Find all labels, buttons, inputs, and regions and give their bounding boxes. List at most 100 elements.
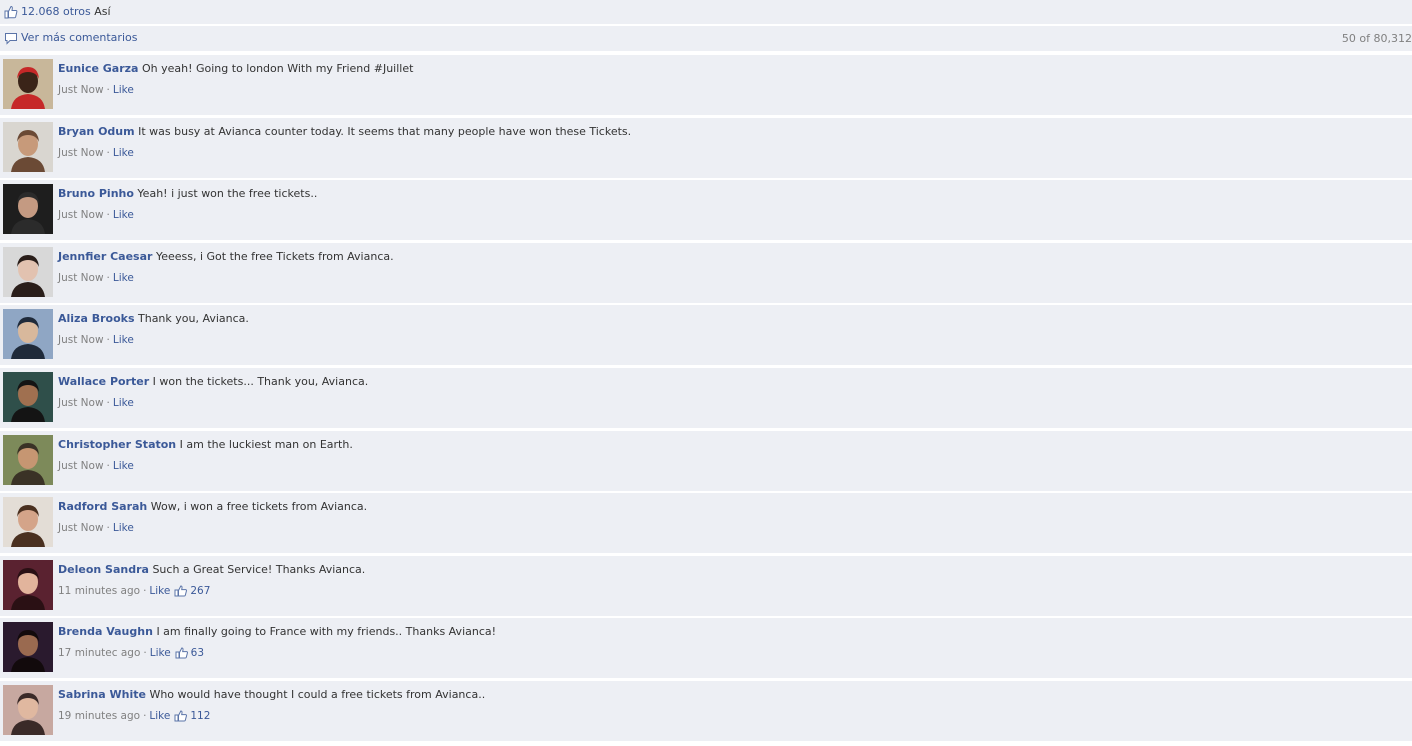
comment-meta: 17 minutec ago · Like 63 xyxy=(58,646,204,663)
thumbs-up-icon xyxy=(4,5,18,19)
comment-text: Who would have thought I could a free ti… xyxy=(149,688,486,701)
like-count[interactable]: 112 xyxy=(190,710,210,722)
comment-author[interactable]: Bruno Pinho xyxy=(58,187,134,200)
comments-count: 50 of 80,312 xyxy=(1341,32,1412,45)
comment-meta: Just Now · Like xyxy=(58,208,134,222)
like-link[interactable]: Like xyxy=(150,647,171,659)
comment-meta: Just Now · Like xyxy=(58,396,134,410)
comment-timestamp[interactable]: Just Now xyxy=(58,84,104,96)
comment-timestamp[interactable]: 11 minutes ago xyxy=(58,585,140,597)
comment-timestamp[interactable]: 19 minutes ago xyxy=(58,710,140,722)
separator-dot: · xyxy=(106,397,110,409)
comment-item: Deleon Sandra Such a Great Service! Than… xyxy=(0,556,1412,616)
comment-body: Bruno Pinho Yeah! i just won the free ti… xyxy=(58,187,1402,201)
like-link[interactable]: Like xyxy=(113,522,134,534)
comment-body: Christopher Staton I am the luckiest man… xyxy=(58,438,1402,452)
comment-author[interactable]: Christopher Staton xyxy=(58,438,176,451)
avatar[interactable] xyxy=(3,122,53,172)
comment-meta: Just Now · Like xyxy=(58,459,134,473)
comment-author[interactable]: Radford Sarah xyxy=(58,500,147,513)
comment-text: I am the luckiest man on Earth. xyxy=(179,438,353,451)
like-link[interactable]: Like xyxy=(113,334,134,346)
like-link[interactable]: Like xyxy=(113,84,134,96)
comment-item: Wallace Porter I won the tickets... Than… xyxy=(0,368,1412,428)
comment-body: Sabrina White Who would have thought I c… xyxy=(58,688,1402,702)
comment-author[interactable]: Sabrina White xyxy=(58,688,146,701)
comment-item: Bryan Odum It was busy at Avianca counte… xyxy=(0,118,1412,178)
comment-author[interactable]: Wallace Porter xyxy=(58,375,149,388)
comment-author[interactable]: Deleon Sandra xyxy=(58,563,149,576)
thumbs-up-icon xyxy=(175,647,189,663)
like-link[interactable]: Like xyxy=(113,209,134,221)
like-count[interactable]: 267 xyxy=(190,585,210,597)
comments-panel: 12.068 otros Así Ver más comentarios 50 … xyxy=(0,0,1412,746)
comment-timestamp[interactable]: Just Now xyxy=(58,334,104,346)
comment-timestamp[interactable]: Just Now xyxy=(58,397,104,409)
separator-dot: · xyxy=(143,647,147,659)
avatar[interactable] xyxy=(3,560,53,610)
separator-dot: · xyxy=(106,84,110,96)
avatar[interactable] xyxy=(3,247,53,297)
view-more-comments-link[interactable]: Ver más comentarios xyxy=(21,31,137,45)
comment-body: Aliza Brooks Thank you, Avianca. xyxy=(58,312,1402,326)
avatar[interactable] xyxy=(3,435,53,485)
comment-timestamp[interactable]: Just Now xyxy=(58,272,104,284)
separator-dot: · xyxy=(106,272,110,284)
likes-count-link[interactable]: 12.068 otros xyxy=(21,5,91,18)
like-link[interactable]: Like xyxy=(113,397,134,409)
separator-dot: · xyxy=(106,147,110,159)
comment-body: Wallace Porter I won the tickets... Than… xyxy=(58,375,1402,389)
comment-text: I am finally going to France with my fri… xyxy=(156,625,497,638)
comment-body: Radford Sarah Wow, i won a free tickets … xyxy=(58,500,1402,514)
avatar[interactable] xyxy=(3,497,53,547)
comment-author[interactable]: Aliza Brooks xyxy=(58,312,135,325)
view-more-comments-bar[interactable]: Ver más comentarios 50 of 80,312 xyxy=(0,26,1412,51)
comment-timestamp[interactable]: 17 minutec ago xyxy=(58,647,140,659)
comment-bubble-icon xyxy=(4,31,18,45)
comment-body: Jennfier Caesar Yeeess, i Got the free T… xyxy=(58,250,1402,264)
like-link[interactable]: Like xyxy=(113,147,134,159)
comment-item: Christopher Staton I am the luckiest man… xyxy=(0,431,1412,491)
avatar[interactable] xyxy=(3,622,53,672)
comment-text: I won the tickets... Thank you, Avianca. xyxy=(152,375,369,388)
comment-timestamp[interactable]: Just Now xyxy=(58,147,104,159)
comment-body: Eunice Garza Oh yeah! Going to london Wi… xyxy=(58,62,1402,76)
like-link[interactable]: Like xyxy=(149,585,170,597)
likes-summary-bar: 12.068 otros Así xyxy=(0,0,1412,24)
comment-item: Aliza Brooks Thank you, Avianca. Just Now… xyxy=(0,305,1412,365)
comment-author[interactable]: Eunice Garza xyxy=(58,62,138,75)
separator-dot: · xyxy=(106,334,110,346)
avatar[interactable] xyxy=(3,184,53,234)
comment-text: Oh yeah! Going to london With my Friend … xyxy=(141,62,414,75)
comment-item: Sabrina White Who would have thought I c… xyxy=(0,681,1412,741)
comment-body: Bryan Odum It was busy at Avianca counte… xyxy=(58,125,1402,139)
comment-meta: Just Now · Like xyxy=(58,83,134,97)
comment-text: Yeah! i just won the free tickets.. xyxy=(137,187,318,200)
separator-dot: · xyxy=(106,209,110,221)
comment-text: Such a Great Service! Thanks Avianca. xyxy=(152,563,366,576)
comment-body: Brenda Vaughn I am finally going to Fran… xyxy=(58,625,1402,639)
comment-item: Brenda Vaughn I am finally going to Fran… xyxy=(0,618,1412,678)
thumbs-up-icon xyxy=(174,710,188,726)
likes-suffix: Así xyxy=(94,5,111,18)
like-link[interactable]: Like xyxy=(149,710,170,722)
comment-text: Thank you, Avianca. xyxy=(138,312,249,325)
comment-body: Deleon Sandra Such a Great Service! Than… xyxy=(58,563,1402,577)
avatar[interactable] xyxy=(3,685,53,735)
comment-author[interactable]: Brenda Vaughn xyxy=(58,625,153,638)
like-link[interactable]: Like xyxy=(113,460,134,472)
separator-dot: · xyxy=(143,710,147,722)
comment-timestamp[interactable]: Just Now xyxy=(58,460,104,472)
avatar[interactable] xyxy=(3,372,53,422)
avatar[interactable] xyxy=(3,309,53,359)
avatar[interactable] xyxy=(3,59,53,109)
comment-timestamp[interactable]: Just Now xyxy=(58,209,104,221)
separator-dot: · xyxy=(106,460,110,472)
comment-timestamp[interactable]: Just Now xyxy=(58,522,104,534)
comment-author[interactable]: Jennfier Caesar xyxy=(58,250,152,263)
comment-text: It was busy at Avianca counter today. It… xyxy=(138,125,632,138)
comment-meta: Just Now · Like xyxy=(58,271,134,285)
like-link[interactable]: Like xyxy=(113,272,134,284)
comment-author[interactable]: Bryan Odum xyxy=(58,125,135,138)
like-count[interactable]: 63 xyxy=(191,647,204,659)
